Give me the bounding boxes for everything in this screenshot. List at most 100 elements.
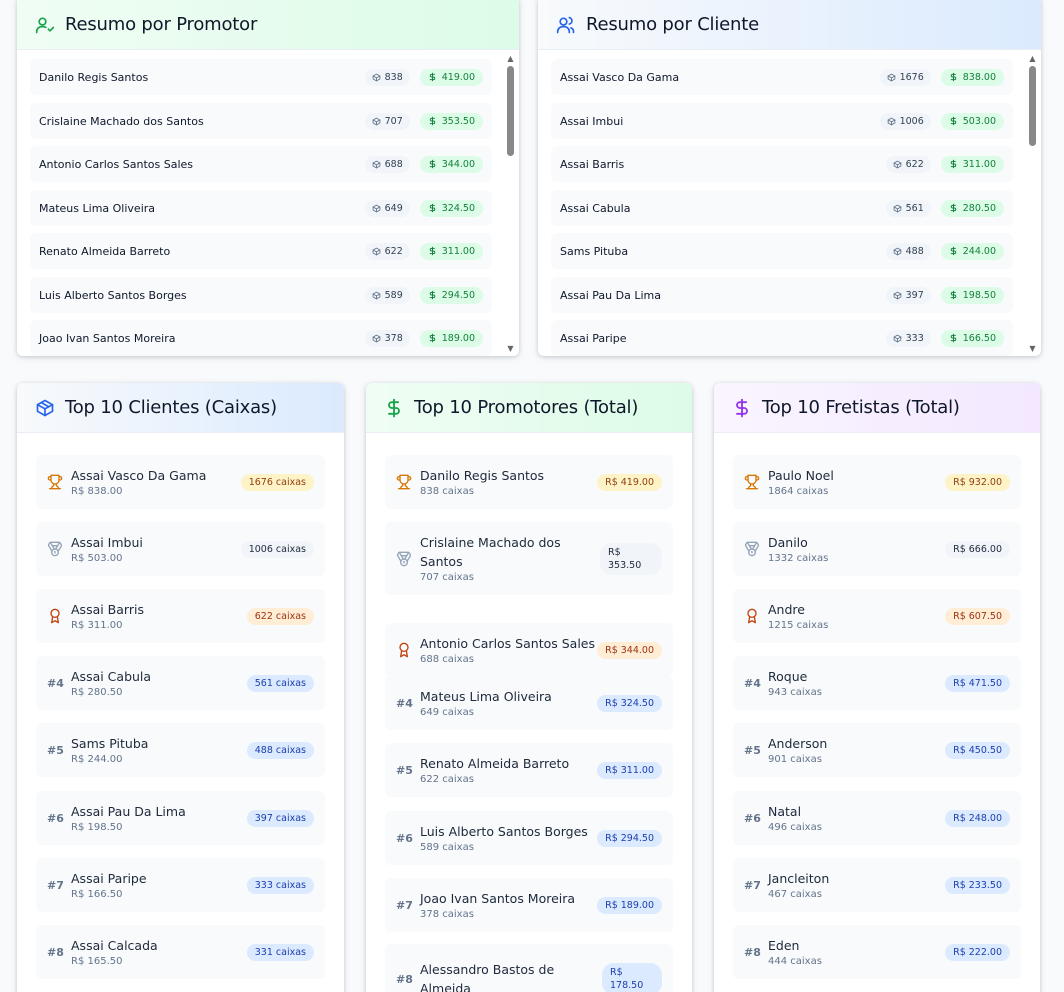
rank-label: #4 <box>396 696 413 710</box>
top-fretistas-card: Top 10 Fretistas (Total) Paulo Noel 1864 … <box>714 383 1040 992</box>
ranking-text: Anderson 901 caixas <box>768 734 945 767</box>
summary-row[interactable]: Sams Pituba 488 244.00 <box>551 233 1013 269</box>
ranking-item[interactable]: Andre 1215 caixas R$ 607.50 <box>733 589 1021 643</box>
rank-number: #6 <box>744 812 768 825</box>
ranking-item[interactable]: #6 Assai Pau Da Lima R$ 198.50 397 caixas <box>36 791 325 845</box>
cliente-summary-scrollbar[interactable]: ▲ ▼ <box>1028 54 1037 353</box>
ranking-item[interactable]: #5 Anderson 901 caixas R$ 450.50 <box>733 723 1021 777</box>
ranking-item[interactable]: Danilo 1332 caixas R$ 666.00 <box>733 522 1021 576</box>
ranking-item[interactable]: #5 Sams Pituba R$ 244.00 488 caixas <box>36 723 325 777</box>
cliente-summary-list[interactable]: Assai Vasco Da Gama 1676 838.00 Assai Imbui… <box>538 51 1041 356</box>
total-value: 189.00 <box>441 332 475 344</box>
ranking-item[interactable]: #8 Alessandro Bastos de Almeida R$ 178.50 <box>385 944 673 992</box>
ranking-name: Assai Cabula <box>71 668 152 684</box>
ranking-badge: 1006 caixas <box>240 540 314 558</box>
ranking-badge: R$ 932.00 <box>945 473 1010 491</box>
ranking-item[interactable]: #8 Eden 444 caixas R$ 222.00 <box>733 925 1021 979</box>
ranking-subtitle: 1215 caixas <box>768 619 829 631</box>
ranking-text: Eden 444 caixas <box>768 936 945 969</box>
rank-label: #8 <box>396 972 413 986</box>
cliente-summary-card: Resumo por Cliente Assai Vasco Da Gama 16… <box>538 0 1041 356</box>
ranking-subtitle: R$ 244.00 <box>71 753 123 765</box>
total-value: 344.00 <box>441 158 475 170</box>
gold-medal-icon <box>47 474 63 490</box>
promotor-summary-scrollbar[interactable]: ▲ ▼ <box>506 54 515 353</box>
ranking-item[interactable]: Assai Barris R$ 311.00 622 caixas <box>36 589 325 643</box>
ranking-item[interactable]: Paulo Noel 1864 caixas R$ 932.00 <box>733 455 1021 509</box>
ranking-name: Roque <box>768 668 808 684</box>
summary-row[interactable]: Crislaine Machado dos Santos 707 353.50 <box>30 103 492 139</box>
scrollbar-thumb[interactable] <box>1029 66 1036 146</box>
ranking-badge: R$ 419.00 <box>597 473 662 491</box>
ranking-subtitle: 444 caixas <box>768 955 822 967</box>
summary-row[interactable]: Mateus Lima Oliveira 649 324.50 <box>30 190 492 226</box>
summary-row[interactable]: Luis Alberto Santos Borges 589 294.50 <box>30 277 492 313</box>
ranking-item[interactable]: Antonio Carlos Santos Sales 688 caixas R$ … <box>385 623 673 677</box>
rank-number: #6 <box>396 832 420 845</box>
package-icon <box>372 204 381 213</box>
rank-label: #5 <box>47 743 64 757</box>
bronze-medal-rank <box>47 608 71 624</box>
summary-row[interactable]: Assai Pau Da Lima 397 198.50 <box>551 277 1013 313</box>
bronze-medal-icon <box>47 608 63 624</box>
ranking-item[interactable]: #6 Luis Alberto Santos Borges 589 caixas R$… <box>385 811 673 865</box>
ranking-name: Assai Pau Da Lima <box>71 803 186 819</box>
ranking-item[interactable]: #4 Mateus Lima Oliveira 649 caixas R$ 324.5… <box>385 676 673 730</box>
ranking-subtitle: 1864 caixas <box>768 485 829 497</box>
rank-label: #7 <box>47 878 64 892</box>
ranking-item[interactable]: #5 Renato Almeida Barreto 622 caixas R$ 311… <box>385 743 673 797</box>
dollar-icon <box>949 246 958 256</box>
scroll-down-arrow-icon[interactable]: ▼ <box>1028 344 1037 353</box>
boxes-count-value: 649 <box>384 202 403 214</box>
summary-row[interactable]: Assai Barris 622 311.00 <box>551 146 1013 182</box>
scrollbar-thumb[interactable] <box>507 66 514 156</box>
summary-row[interactable]: Assai Cabula 561 280.50 <box>551 190 1013 226</box>
summary-row[interactable]: Assai Imbui 1006 503.00 <box>551 103 1013 139</box>
boxes-count-badge: 622 <box>885 155 931 173</box>
rank-number: #7 <box>744 879 768 892</box>
ranking-item[interactable]: #6 Natal 496 caixas R$ 248.00 <box>733 791 1021 845</box>
total-value: 294.50 <box>441 289 475 301</box>
cliente-summary-header: Resumo por Cliente <box>538 0 1041 50</box>
bronze-medal-icon <box>396 642 412 658</box>
ranking-badge: R$ 222.00 <box>945 943 1010 961</box>
package-icon <box>893 334 902 343</box>
scroll-up-arrow-icon[interactable]: ▲ <box>1028 54 1037 63</box>
scroll-up-arrow-icon[interactable]: ▲ <box>506 54 515 63</box>
gold-medal-rank <box>396 474 420 490</box>
summary-row[interactable]: Assai Vasco Da Gama 1676 838.00 <box>551 59 1013 95</box>
ranking-name: Eden <box>768 937 800 953</box>
boxes-count-value: 1006 <box>899 115 924 127</box>
ranking-badge: 331 caixas <box>246 943 314 961</box>
summary-row-name: Antonio Carlos Santos Sales <box>39 157 193 171</box>
rank-number: #8 <box>47 946 71 959</box>
ranking-item[interactable]: Crislaine Machado dos Santos 707 caixas R$… <box>385 522 673 595</box>
ranking-item[interactable]: Assai Vasco Da Gama R$ 838.00 1676 caixas <box>36 455 325 509</box>
ranking-name: Paulo Noel <box>768 467 834 483</box>
ranking-item[interactable]: #8 Assai Calcada R$ 165.50 331 caixas <box>36 925 325 979</box>
ranking-item[interactable]: #7 Joao Ivan Santos Moreira 378 caixas R$ 1… <box>385 878 673 932</box>
ranking-item[interactable]: Danilo Regis Santos 838 caixas R$ 419.00 <box>385 455 673 509</box>
ranking-item[interactable]: #7 Jancleiton 467 caixas R$ 233.50 <box>733 858 1021 912</box>
summary-row[interactable]: Danilo Regis Santos 838 419.00 <box>30 59 492 95</box>
ranking-badge: 561 caixas <box>246 674 314 692</box>
ranking-text: Alessandro Bastos de Almeida <box>420 960 602 992</box>
ranking-item[interactable]: #7 Assai Paripe R$ 166.50 333 caixas <box>36 858 325 912</box>
summary-row[interactable]: Joao Ivan Santos Moreira 378 189.00 <box>30 320 492 356</box>
ranking-text: Danilo Regis Santos 838 caixas <box>420 466 597 499</box>
total-value-badge: 244.00 <box>940 242 1004 260</box>
top-clientes-header: Top 10 Clientes (Caixas) <box>17 383 344 433</box>
summary-row-name: Assai Imbui <box>560 114 624 128</box>
total-value: 280.50 <box>962 202 996 214</box>
total-value-badge: 198.50 <box>940 286 1004 304</box>
scroll-down-arrow-icon[interactable]: ▼ <box>506 344 515 353</box>
promotor-summary-list[interactable]: Danilo Regis Santos 838 419.00 Crislaine Ma… <box>17 51 519 356</box>
ranking-item[interactable]: #4 Roque 943 caixas R$ 471.50 <box>733 656 1021 710</box>
ranking-item[interactable]: Assai Imbui R$ 503.00 1006 caixas <box>36 522 325 576</box>
summary-row[interactable]: Renato Almeida Barreto 622 311.00 <box>30 233 492 269</box>
dollar-icon <box>428 290 437 300</box>
summary-row[interactable]: Antonio Carlos Santos Sales 688 344.00 <box>30 146 492 182</box>
ranking-item[interactable]: #4 Assai Cabula R$ 280.50 561 caixas <box>36 656 325 710</box>
summary-row-name: Crislaine Machado dos Santos <box>39 114 204 128</box>
summary-row[interactable]: Assai Paripe 333 166.50 <box>551 320 1013 356</box>
